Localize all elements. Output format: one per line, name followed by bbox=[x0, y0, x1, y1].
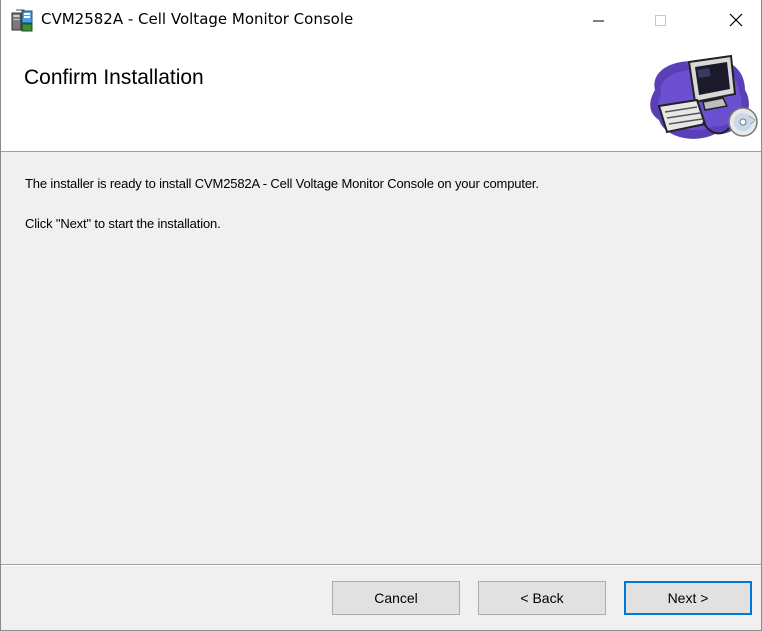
ready-message: The installer is ready to install CVM258… bbox=[25, 176, 539, 191]
window-title: CVM2582A - Cell Voltage Monitor Console bbox=[41, 10, 354, 28]
maximize-icon bbox=[655, 15, 666, 26]
maximize-button bbox=[637, 0, 683, 40]
computer-setup-icon bbox=[650, 54, 758, 139]
installer-app-icon bbox=[11, 9, 33, 32]
close-icon bbox=[729, 13, 743, 27]
header-banner: Confirm Installation bbox=[1, 40, 761, 152]
content-area: The installer is ready to install CVM258… bbox=[1, 152, 761, 562]
back-button[interactable]: < Back bbox=[478, 581, 606, 615]
cancel-button[interactable]: Cancel bbox=[332, 581, 460, 615]
title-bar[interactable]: CVM2582A - Cell Voltage Monitor Console bbox=[1, 0, 761, 40]
installer-window: CVM2582A - Cell Voltage Monitor Console … bbox=[0, 0, 762, 631]
next-button[interactable]: Next > bbox=[624, 581, 752, 615]
minimize-icon bbox=[593, 20, 604, 22]
footer-divider bbox=[1, 564, 761, 566]
close-button[interactable] bbox=[713, 0, 759, 40]
minimize-button[interactable] bbox=[575, 0, 621, 40]
instruction-message: Click "Next" to start the installation. bbox=[25, 216, 221, 231]
page-title: Confirm Installation bbox=[24, 66, 204, 89]
